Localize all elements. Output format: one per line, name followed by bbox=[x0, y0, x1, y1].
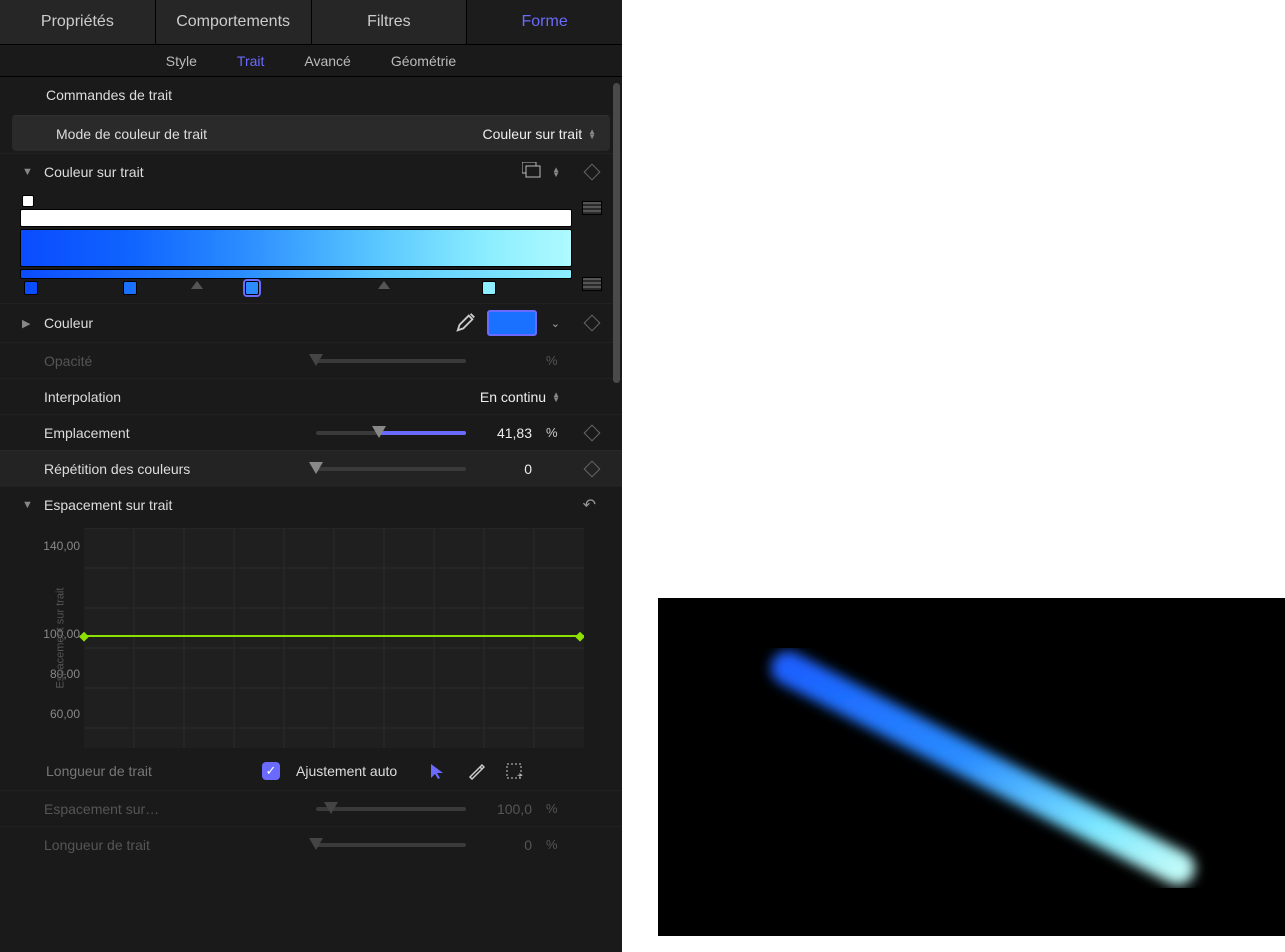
color-well-menu-icon[interactable]: ⌄ bbox=[551, 317, 560, 330]
value-color-repeat[interactable]: 0 bbox=[476, 461, 532, 477]
label-interpolation: Interpolation bbox=[44, 389, 244, 405]
row-spacing-on: Espacement sur… 100,0 % bbox=[0, 790, 622, 826]
row-color-mode: Mode de couleur de trait Couleur sur tra… bbox=[12, 115, 610, 151]
subtab-geometry[interactable]: Géométrie bbox=[391, 53, 456, 69]
distribute-opacity-button[interactable] bbox=[582, 201, 602, 215]
row-color: ▶ Couleur ⌄ bbox=[0, 303, 622, 342]
row-stroke-length2: Longueur de trait 0 % bbox=[0, 826, 622, 862]
row-auto-fit: Longueur de trait ✓ Ajustement auto + bbox=[0, 752, 622, 790]
subtab-style[interactable]: Style bbox=[166, 53, 197, 69]
disclosure-spacing-over-stroke[interactable]: ▼ bbox=[22, 499, 36, 511]
eyedropper-icon[interactable] bbox=[455, 311, 477, 336]
row-spacing-over-stroke: ▼ Espacement sur trait ↶ bbox=[0, 486, 622, 522]
svg-text:60,00: 60,00 bbox=[50, 707, 80, 721]
label-location: Emplacement bbox=[44, 425, 244, 441]
subtab-stroke[interactable]: Trait bbox=[237, 53, 264, 69]
gradient-stop[interactable] bbox=[482, 281, 496, 295]
sub-tabs: Style Trait Avancé Géométrie bbox=[0, 45, 622, 77]
label-color: Couleur bbox=[44, 315, 244, 331]
marquee-tool-icon[interactable]: + bbox=[503, 760, 525, 782]
popup-interpolation[interactable]: En continu ▲▼ bbox=[480, 389, 560, 405]
arrow-tool-icon[interactable] bbox=[427, 760, 449, 782]
label-stroke-length2: Longueur de trait bbox=[44, 837, 244, 853]
gradient-stops bbox=[20, 281, 572, 297]
inspector-panel: Propriétés Comportements Filtres Forme S… bbox=[0, 0, 622, 952]
value-location[interactable]: 41,83 bbox=[476, 425, 532, 441]
reset-icon[interactable]: ↶ bbox=[583, 495, 596, 515]
svg-text:+: + bbox=[517, 771, 523, 780]
gradient-midpoint[interactable] bbox=[191, 281, 203, 289]
spacing-graph[interactable]: Espacement sur trait bbox=[44, 528, 604, 748]
gradient-stop[interactable] bbox=[24, 281, 38, 295]
label-color-over-stroke: Couleur sur trait bbox=[44, 164, 244, 180]
row-opacity: Opacité % bbox=[0, 342, 622, 378]
opacity-gradient-bar[interactable] bbox=[20, 209, 572, 227]
keyframe-location[interactable] bbox=[584, 424, 601, 441]
tab-behaviors[interactable]: Comportements bbox=[156, 0, 312, 44]
label-opacity: Opacité bbox=[44, 353, 244, 369]
top-tabs: Propriétés Comportements Filtres Forme bbox=[0, 0, 622, 45]
label-spacing-over-stroke: Espacement sur trait bbox=[44, 497, 244, 513]
keyframe-color-repeat[interactable] bbox=[584, 460, 601, 477]
gradient-preset-icon[interactable] bbox=[522, 162, 542, 181]
gradient-preset-stepper[interactable]: ▲▼ bbox=[552, 167, 560, 177]
opacity-stop-handle[interactable] bbox=[22, 195, 34, 207]
tab-shape[interactable]: Forme bbox=[467, 0, 622, 44]
color-well[interactable] bbox=[487, 310, 537, 336]
tick-140: 140,00 bbox=[44, 539, 80, 553]
keyframe-color[interactable] bbox=[584, 315, 601, 332]
gradient-midpoint[interactable] bbox=[378, 281, 390, 289]
label-color-repeat: Répétition des couleurs bbox=[44, 461, 244, 477]
gradient-editor bbox=[0, 189, 622, 303]
label-auto-fit: Ajustement auto bbox=[296, 763, 397, 779]
graph-y-label: Espacement sur trait bbox=[54, 588, 66, 689]
label-color-mode: Mode de couleur de trait bbox=[56, 126, 256, 142]
disclosure-color-over-stroke[interactable]: ▼ bbox=[22, 166, 36, 178]
canvas-preview bbox=[658, 598, 1285, 936]
slider-color-repeat[interactable] bbox=[316, 467, 466, 471]
checkbox-auto-fit[interactable]: ✓ bbox=[262, 762, 280, 780]
row-color-over-stroke: ▼ Couleur sur trait ▲▼ bbox=[0, 153, 622, 189]
subtab-advanced[interactable]: Avancé bbox=[304, 53, 350, 69]
distribute-color-button[interactable] bbox=[582, 277, 602, 291]
pen-tool-icon[interactable] bbox=[465, 760, 487, 782]
slider-location[interactable] bbox=[316, 431, 466, 435]
row-interpolation: Interpolation En continu ▲▼ bbox=[0, 378, 622, 414]
row-color-repeat: Répétition des couleurs 0 bbox=[0, 450, 622, 486]
tab-filters[interactable]: Filtres bbox=[312, 0, 468, 44]
popup-color-mode[interactable]: Couleur sur trait ▲▼ bbox=[482, 126, 596, 142]
scrollbar[interactable] bbox=[613, 83, 620, 383]
gradient-stop[interactable] bbox=[123, 281, 137, 295]
keyframe-color-over-stroke[interactable] bbox=[584, 163, 601, 180]
tab-properties[interactable]: Propriétés bbox=[0, 0, 156, 44]
color-gradient-bar[interactable] bbox=[20, 229, 572, 267]
slider-spacing-on bbox=[316, 807, 466, 811]
slider-stroke-length2 bbox=[316, 843, 466, 847]
label-spacing-on: Espacement sur… bbox=[44, 801, 244, 817]
value-spacing-on: 100,0 bbox=[476, 801, 532, 817]
slider-opacity bbox=[316, 359, 466, 363]
disclosure-color[interactable]: ▶ bbox=[22, 317, 36, 330]
panel-body: Commandes de trait Mode de couleur de tr… bbox=[0, 77, 622, 952]
gradient-stop-selected[interactable] bbox=[245, 281, 259, 295]
row-location: Emplacement 41,83 % bbox=[0, 414, 622, 450]
label-stroke-length: Longueur de trait bbox=[46, 763, 246, 779]
gradient-ramp[interactable] bbox=[20, 269, 572, 279]
value-stroke-length2: 0 bbox=[476, 837, 532, 853]
stroke-controls-header: Commandes de trait bbox=[0, 77, 622, 113]
